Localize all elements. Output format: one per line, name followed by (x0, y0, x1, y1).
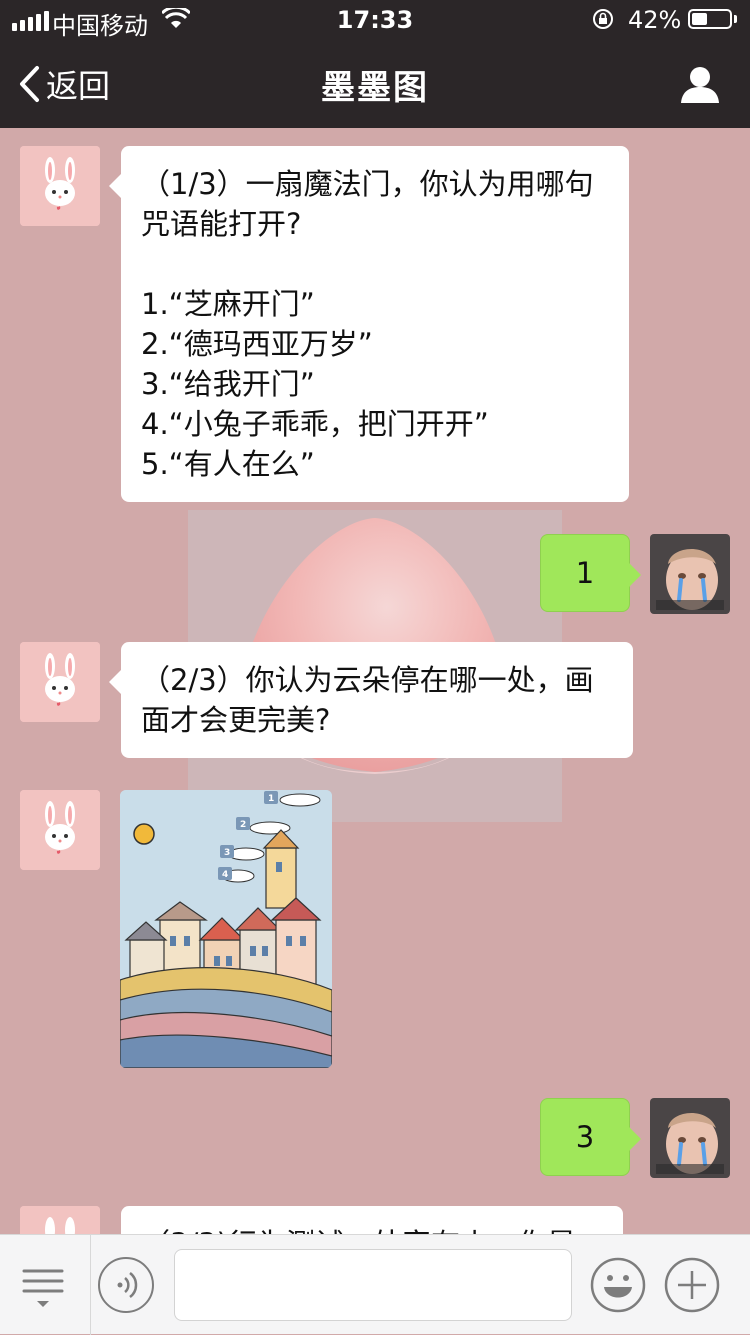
battery-icon (688, 9, 732, 29)
user-message: 1 (540, 534, 641, 612)
crying-baby-icon (650, 534, 730, 614)
battery-tip (734, 15, 737, 23)
bot-message: （2/3）你认为云朵停在哪一处，画面才会更完美? (109, 642, 633, 758)
cloud-position-1-label: 1 (268, 794, 274, 804)
rotation-lock-icon (592, 8, 614, 36)
bot-avatar[interactable] (20, 642, 100, 722)
list-menu-icon (22, 1269, 64, 1307)
bot-avatar[interactable] (20, 146, 100, 226)
bunny-icon (20, 146, 100, 226)
user-avatar[interactable] (650, 1098, 730, 1178)
user-message: 3 (540, 1098, 641, 1176)
emoji-button[interactable] (590, 1257, 646, 1313)
user-avatar[interactable] (650, 534, 730, 614)
menu-button[interactable] (20, 1265, 66, 1311)
cloud-position-2-label: 2 (240, 820, 246, 830)
top-bar: 中国移动 17:33 42% 返回 墨墨图 (0, 0, 750, 128)
cloud-position-3-label: 3 (224, 848, 230, 858)
bot-message: （3/3)行为测试，外家有小，你是 (121, 1206, 623, 1234)
cloud-position-4-label: 4 (222, 870, 228, 880)
message-input[interactable] (174, 1249, 572, 1321)
battery-level (692, 13, 707, 25)
toolbar-divider (90, 1235, 91, 1335)
plus-icon (664, 1257, 720, 1313)
bot-message: （1/3）一扇魔法门，你认为用哪句咒语能打开? 1.“芝麻开门” 2.“德玛西亚… (109, 146, 629, 502)
profile-button[interactable] (680, 66, 720, 108)
input-toolbar (0, 1234, 750, 1335)
voice-button[interactable] (98, 1257, 154, 1313)
voice-icon (117, 1272, 138, 1298)
bot-avatar[interactable] (20, 790, 100, 870)
bunny-icon (20, 1206, 100, 1234)
bunny-icon (20, 642, 100, 722)
navigation-bar: 返回 墨墨图 (0, 40, 750, 128)
town-illustration-image[interactable]: 1 2 3 4 (120, 790, 332, 1068)
person-icon (681, 67, 719, 103)
chat-area[interactable]: （1/3）一扇魔法门，你认为用哪句咒语能打开? 1.“芝麻开门” 2.“德玛西亚… (0, 128, 750, 1234)
crying-baby-icon (650, 1098, 730, 1178)
bot-avatar[interactable] (20, 1206, 100, 1234)
status-bar: 中国移动 17:33 42% (0, 0, 750, 40)
more-options-button[interactable] (664, 1257, 720, 1313)
bunny-icon (20, 790, 100, 870)
smiley-icon (590, 1257, 646, 1313)
page-title: 墨墨图 (321, 68, 429, 108)
battery-percent: 42% (628, 6, 682, 34)
